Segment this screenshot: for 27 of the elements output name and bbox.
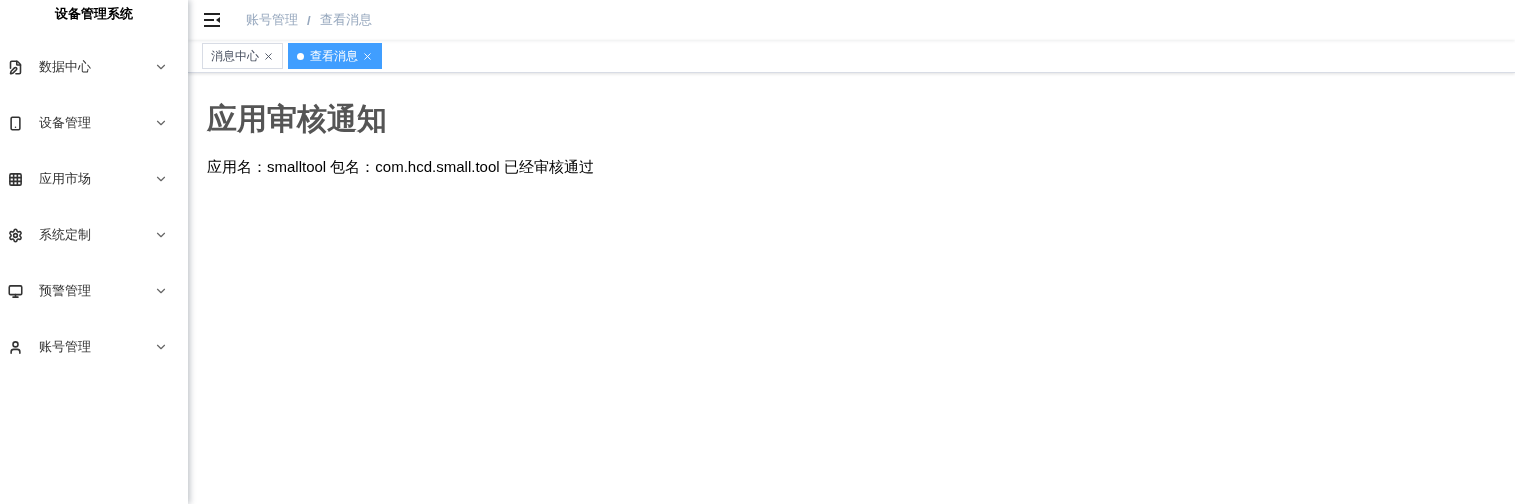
- menu-icon: [8, 115, 23, 131]
- menu-label: 数据中心: [39, 58, 92, 76]
- menu-label: 系统定制: [39, 226, 92, 244]
- menu-item[interactable]: 预警管理: [0, 263, 188, 319]
- menu-label: 预警管理: [39, 282, 92, 300]
- tab[interactable]: 消息中心: [202, 43, 283, 69]
- menu-label: 账号管理: [39, 338, 92, 356]
- menu-item[interactable]: 设备管理: [0, 95, 188, 151]
- menu-icon: [8, 283, 23, 299]
- menu-icon: [8, 339, 23, 355]
- menu-label: 应用市场: [39, 170, 92, 188]
- active-dot-icon: [297, 52, 304, 60]
- breadcrumb-separator: /: [307, 12, 311, 28]
- message-heading: 应用审核通知: [207, 101, 388, 137]
- message-text: 应用名：smalltool 包名：com.hcd.small.tool 已经审核通过: [207, 158, 595, 177]
- app-title: 设备管理系统: [54, 5, 134, 23]
- menu-icon: [8, 59, 23, 75]
- menu-label: 设备管理: [39, 114, 92, 132]
- menu-toggle-icon[interactable]: [204, 12, 222, 28]
- menu-item[interactable]: 账号管理: [0, 319, 188, 375]
- menu-item[interactable]: 应用市场: [0, 151, 188, 207]
- close-icon[interactable]: [263, 50, 274, 62]
- menu-item[interactable]: 系统定制: [0, 207, 188, 263]
- menu-icon: [8, 171, 23, 187]
- menu-item[interactable]: 数据中心: [0, 39, 188, 95]
- breadcrumb-item: 查看消息: [319, 11, 372, 29]
- menu-icon: [8, 227, 23, 243]
